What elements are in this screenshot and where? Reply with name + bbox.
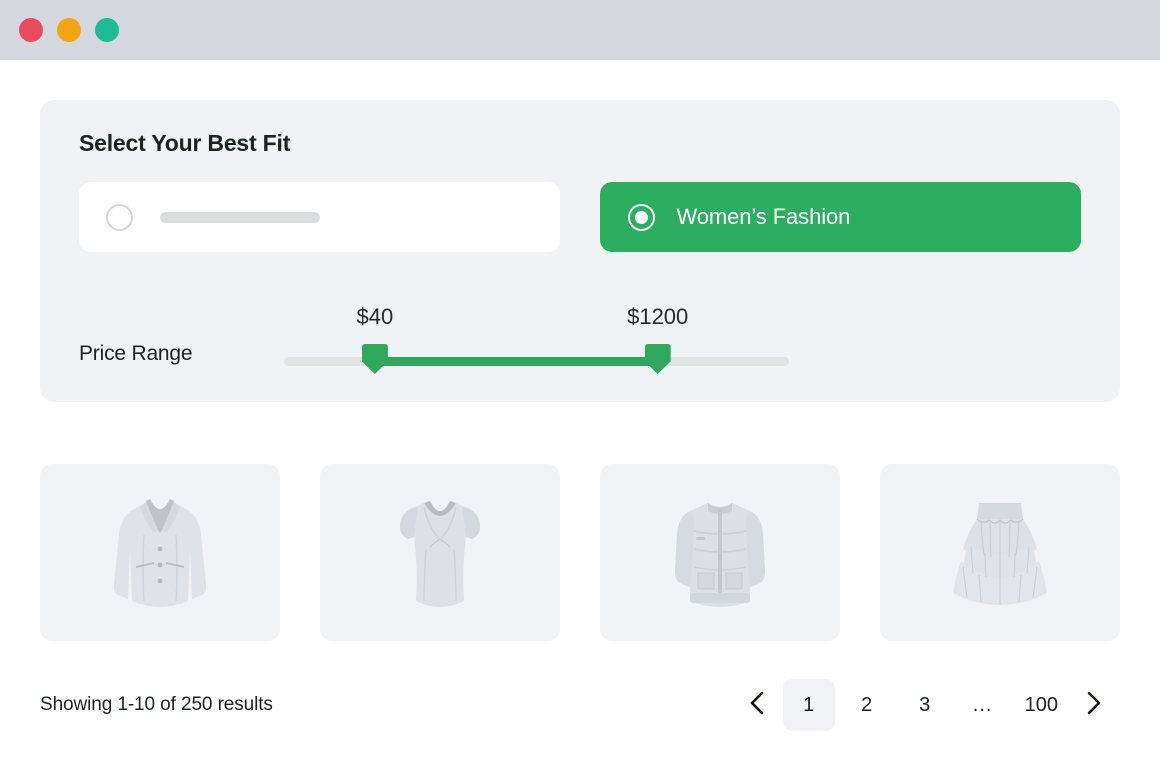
price-max-value: $1200 <box>627 304 689 329</box>
price-range-label: Price Range <box>79 342 193 365</box>
chevron-left-icon <box>748 690 766 721</box>
results-footer: Showing 1-10 of 250 results 1 2 3 ... 10… <box>40 679 1120 731</box>
fit-options-group: Women’s Fashion <box>60 182 1100 252</box>
radio-checked-icon <box>627 203 655 231</box>
pagination-prev-button[interactable] <box>737 685 777 725</box>
price-range-values: $40 $1200 <box>284 304 789 334</box>
chevron-right-icon <box>1085 690 1103 721</box>
puffer-jacket-icon <box>668 489 772 617</box>
pagination-page-3[interactable]: 3 <box>899 679 951 731</box>
page-content: Select Your Best Fit Women’s Fashion Pri… <box>0 60 1160 731</box>
product-card-blouse[interactable] <box>320 464 560 641</box>
results-count-text: Showing 1-10 of 250 results <box>40 694 273 715</box>
fit-option-label: Women’s Fashion <box>676 204 851 229</box>
panel-title: Select Your Best Fit <box>79 130 291 156</box>
pagination-page-1[interactable]: 1 <box>782 679 835 731</box>
product-card-blazer[interactable] <box>40 464 280 641</box>
price-range-row: Price Range $40 $1200 <box>60 304 1100 374</box>
price-range-slider[interactable]: $40 $1200 <box>284 304 789 374</box>
pagination-next-button[interactable] <box>1074 685 1114 725</box>
fit-option-unselected[interactable] <box>79 182 560 252</box>
pagination-page-100[interactable]: 100 <box>1015 679 1068 731</box>
fit-option-womens-fashion[interactable]: Women’s Fashion <box>599 182 1081 252</box>
ruffle-skirt-icon <box>941 497 1059 609</box>
pagination: 1 2 3 ... 100 <box>737 679 1114 731</box>
slider-handle-max[interactable] <box>644 344 671 374</box>
product-grid <box>40 464 1120 641</box>
radio-dot <box>634 210 648 224</box>
radio-unchecked-icon <box>106 203 133 231</box>
product-card-puffer-jacket[interactable] <box>600 464 840 641</box>
pagination-ellipsis: ... <box>972 693 993 716</box>
slider-track-fill <box>374 357 658 366</box>
blazer-icon <box>110 489 210 617</box>
option-placeholder-skeleton <box>160 211 320 223</box>
window-titlebar <box>0 0 1160 60</box>
slider-handle-min[interactable] <box>361 344 388 374</box>
product-card-ruffle-skirt[interactable] <box>880 464 1120 641</box>
price-min-value: $40 <box>356 304 394 329</box>
pagination-page-2[interactable]: 2 <box>841 679 893 731</box>
window-close-button[interactable] <box>19 18 43 42</box>
filter-panel: Select Your Best Fit Women’s Fashion Pri… <box>40 100 1120 402</box>
window-minimize-button[interactable] <box>57 18 81 42</box>
blouse-icon <box>390 489 490 617</box>
window-maximize-button[interactable] <box>95 18 119 42</box>
